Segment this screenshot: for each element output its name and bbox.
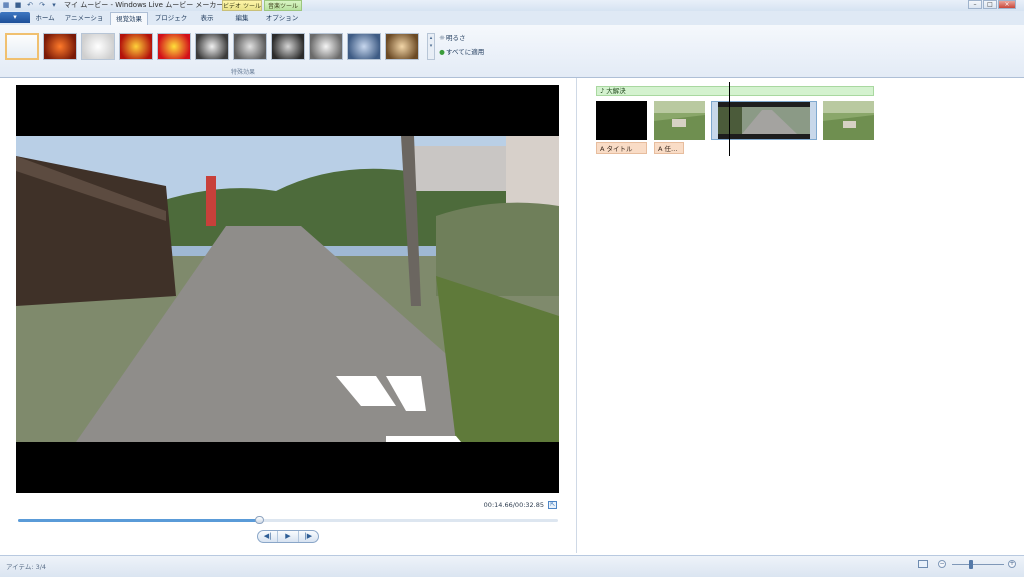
apply-all-button[interactable]: ●すべてに適用 <box>438 48 484 57</box>
clip-thumbnail[interactable] <box>654 101 705 140</box>
fullscreen-icon[interactable]: ⇱ <box>548 501 557 509</box>
video-frame-image <box>16 136 559 442</box>
clip-image <box>712 102 816 139</box>
music-track[interactable]: ♪ 大解決 <box>596 86 874 96</box>
tab-edit[interactable]: 編集 <box>224 12 260 25</box>
zoom-thumb[interactable] <box>969 560 973 569</box>
chevron-down-icon: ▾ <box>13 13 17 21</box>
clip-image <box>654 101 705 140</box>
status-item-count: アイテム: 3/4 <box>6 563 47 571</box>
brightness-button[interactable]: ☼明るさ <box>438 34 466 43</box>
clip-title-black[interactable] <box>596 101 647 140</box>
apply-all-label: すべてに適用 <box>446 48 485 56</box>
brightness-label: 明るさ <box>446 34 466 42</box>
zoom-out-button[interactable]: − <box>938 560 946 568</box>
play-button[interactable]: ▶ <box>278 531 299 542</box>
caption-text[interactable]: A 任… <box>654 142 684 154</box>
effect-thumb-gray-4[interactable] <box>309 33 343 60</box>
ribbon <box>0 25 1024 78</box>
time-readout: 00:14.66/00:32.85 <box>483 501 544 509</box>
window-title: マイ ムービー - Windows Live ムービー メーカー <box>64 1 224 9</box>
effect-thumb-sepia[interactable] <box>385 33 419 60</box>
tab-project[interactable]: プロジェクト <box>152 12 190 35</box>
effect-thumb-red-yellow[interactable] <box>157 33 191 60</box>
tab-visual-effects[interactable]: 視覚効果 <box>110 12 148 25</box>
context-tab-audio-tools: 音楽ツール <box>264 0 302 11</box>
maximize-button[interactable]: □ <box>983 0 997 9</box>
chevron-down-icon[interactable]: ▾ <box>50 1 58 9</box>
gallery-scroll[interactable]: ▴ ▾ <box>427 33 435 60</box>
status-bar <box>0 555 1024 577</box>
tab-options[interactable]: オプション <box>264 12 300 25</box>
effect-thumb-gray-2[interactable] <box>233 33 267 60</box>
effect-thumb-gray-3[interactable] <box>271 33 305 60</box>
redo-icon[interactable]: ↷ <box>38 1 46 9</box>
effect-thumb-vivid[interactable] <box>119 33 153 60</box>
zoom-in-button[interactable]: + <box>1008 560 1016 568</box>
seek-thumb[interactable] <box>255 516 264 524</box>
apply-icon: ● <box>439 48 445 56</box>
effect-thumb-gray-1[interactable] <box>195 33 229 60</box>
video-preview <box>16 85 559 493</box>
zoom-slider[interactable] <box>952 564 1004 565</box>
seek-progress <box>18 519 259 522</box>
effect-thumb-blue[interactable] <box>347 33 381 60</box>
playhead[interactable] <box>729 82 730 156</box>
thumbnail-size-icon[interactable] <box>918 560 928 568</box>
close-button[interactable]: × <box>998 0 1016 9</box>
ribbon-group-label: 特殊効果 <box>230 69 255 76</box>
clip-image <box>823 101 874 140</box>
clip-selected[interactable] <box>711 101 817 140</box>
sun-icon: ☼ <box>439 34 445 42</box>
clip-thumbnail[interactable] <box>823 101 874 140</box>
minimize-button[interactable]: – <box>968 0 982 9</box>
caption-title[interactable]: A タイトル <box>596 142 647 154</box>
tab-view[interactable]: 表示 <box>194 12 220 25</box>
tab-home[interactable]: ホーム <box>32 12 58 25</box>
app-icon: ▦ <box>2 1 10 9</box>
tab-animations[interactable]: アニメーション <box>62 12 106 35</box>
previous-frame-button[interactable]: ◀| <box>258 531 279 542</box>
effect-thumb-none[interactable] <box>5 33 39 60</box>
next-frame-button[interactable]: |▶ <box>299 531 318 542</box>
save-icon[interactable]: ■ <box>14 1 22 9</box>
undo-icon[interactable]: ↶ <box>26 1 34 9</box>
context-tab-video-tools: ビデオ ツール <box>222 0 262 11</box>
app-menu-button[interactable]: ▾ <box>0 12 30 23</box>
effect-thumb-warm[interactable] <box>43 33 77 60</box>
playback-controls: ◀| ▶ |▶ <box>257 530 319 543</box>
effect-thumb-sketch[interactable] <box>81 33 115 60</box>
